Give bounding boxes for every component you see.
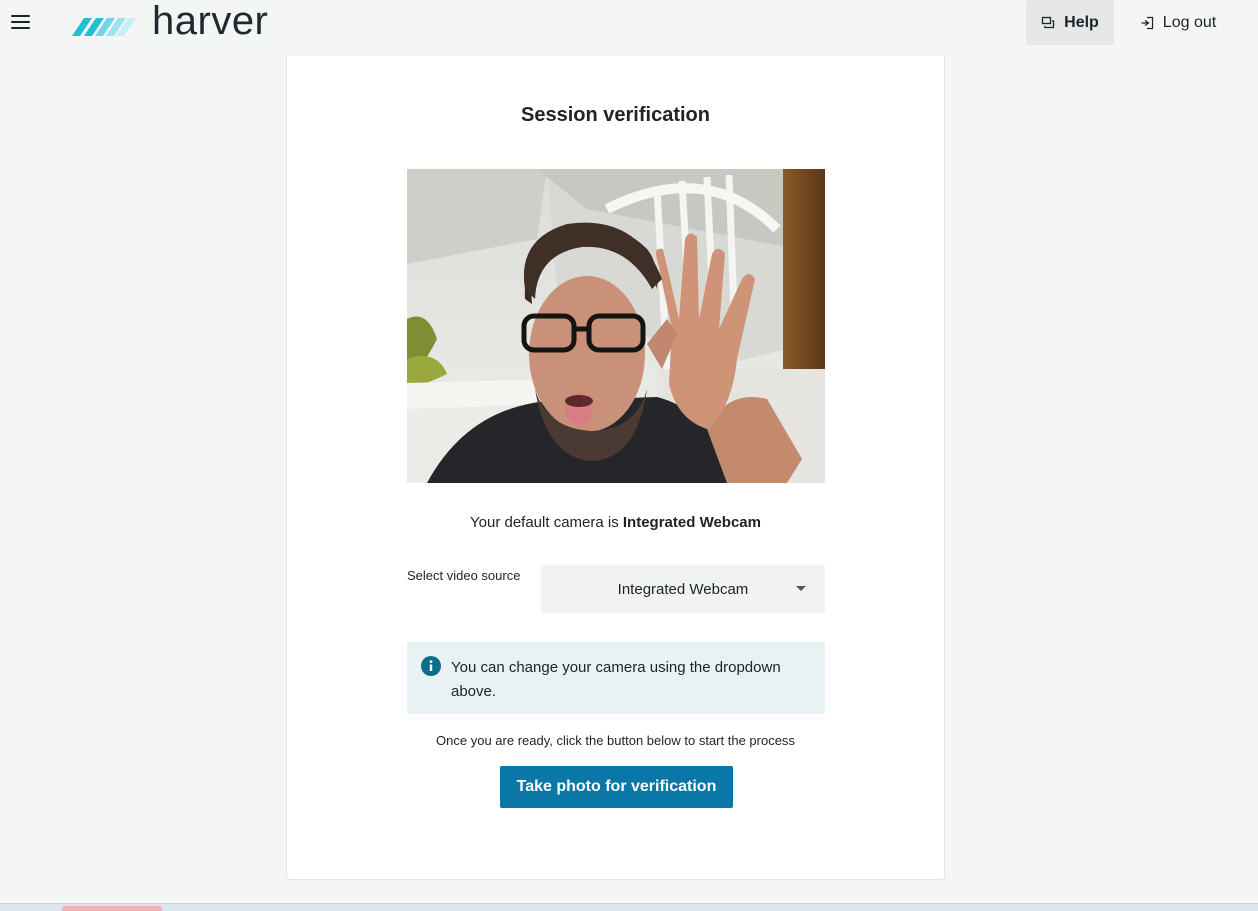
brand-name: harver	[152, 0, 269, 43]
help-button[interactable]: Help	[1026, 0, 1114, 45]
default-camera-text: Your default camera is Integrated Webcam	[287, 514, 944, 531]
logout-label: Log out	[1162, 13, 1217, 31]
info-message: You can change your camera using the dro…	[451, 659, 781, 700]
video-source-dropdown[interactable]: Integrated Webcam	[541, 565, 825, 613]
harver-logo-marks-icon	[72, 18, 136, 36]
page-title: Session verification	[521, 104, 710, 126]
info-icon	[421, 656, 441, 676]
webcam-preview	[407, 169, 825, 483]
default-camera-name: Integrated Webcam	[622, 514, 761, 531]
video-source-label: Select video source	[407, 568, 521, 583]
video-source-selected: Integrated Webcam	[617, 580, 749, 598]
default-camera-prefix: Your default camera is	[470, 514, 623, 531]
info-alert: You can change your camera using the dro…	[407, 642, 825, 714]
chat-bubbles-icon	[1042, 16, 1055, 28]
bottom-tab[interactable]	[62, 906, 162, 911]
top-bar: harver Help Log out	[0, 0, 1258, 56]
logout-icon	[1141, 16, 1153, 29]
help-label: Help	[1064, 13, 1099, 31]
logout-button[interactable]: Log out	[1130, 0, 1226, 45]
caret-down-icon	[796, 586, 806, 591]
hamburger-menu-icon[interactable]	[8, 10, 34, 34]
ready-message: Once you are ready, click the button bel…	[436, 733, 795, 748]
verification-card: Session verification Your default camera…	[286, 56, 945, 880]
harver-logo[interactable]: harver	[70, 0, 269, 44]
take-photo-button[interactable]: Take photo for verification	[500, 766, 733, 808]
